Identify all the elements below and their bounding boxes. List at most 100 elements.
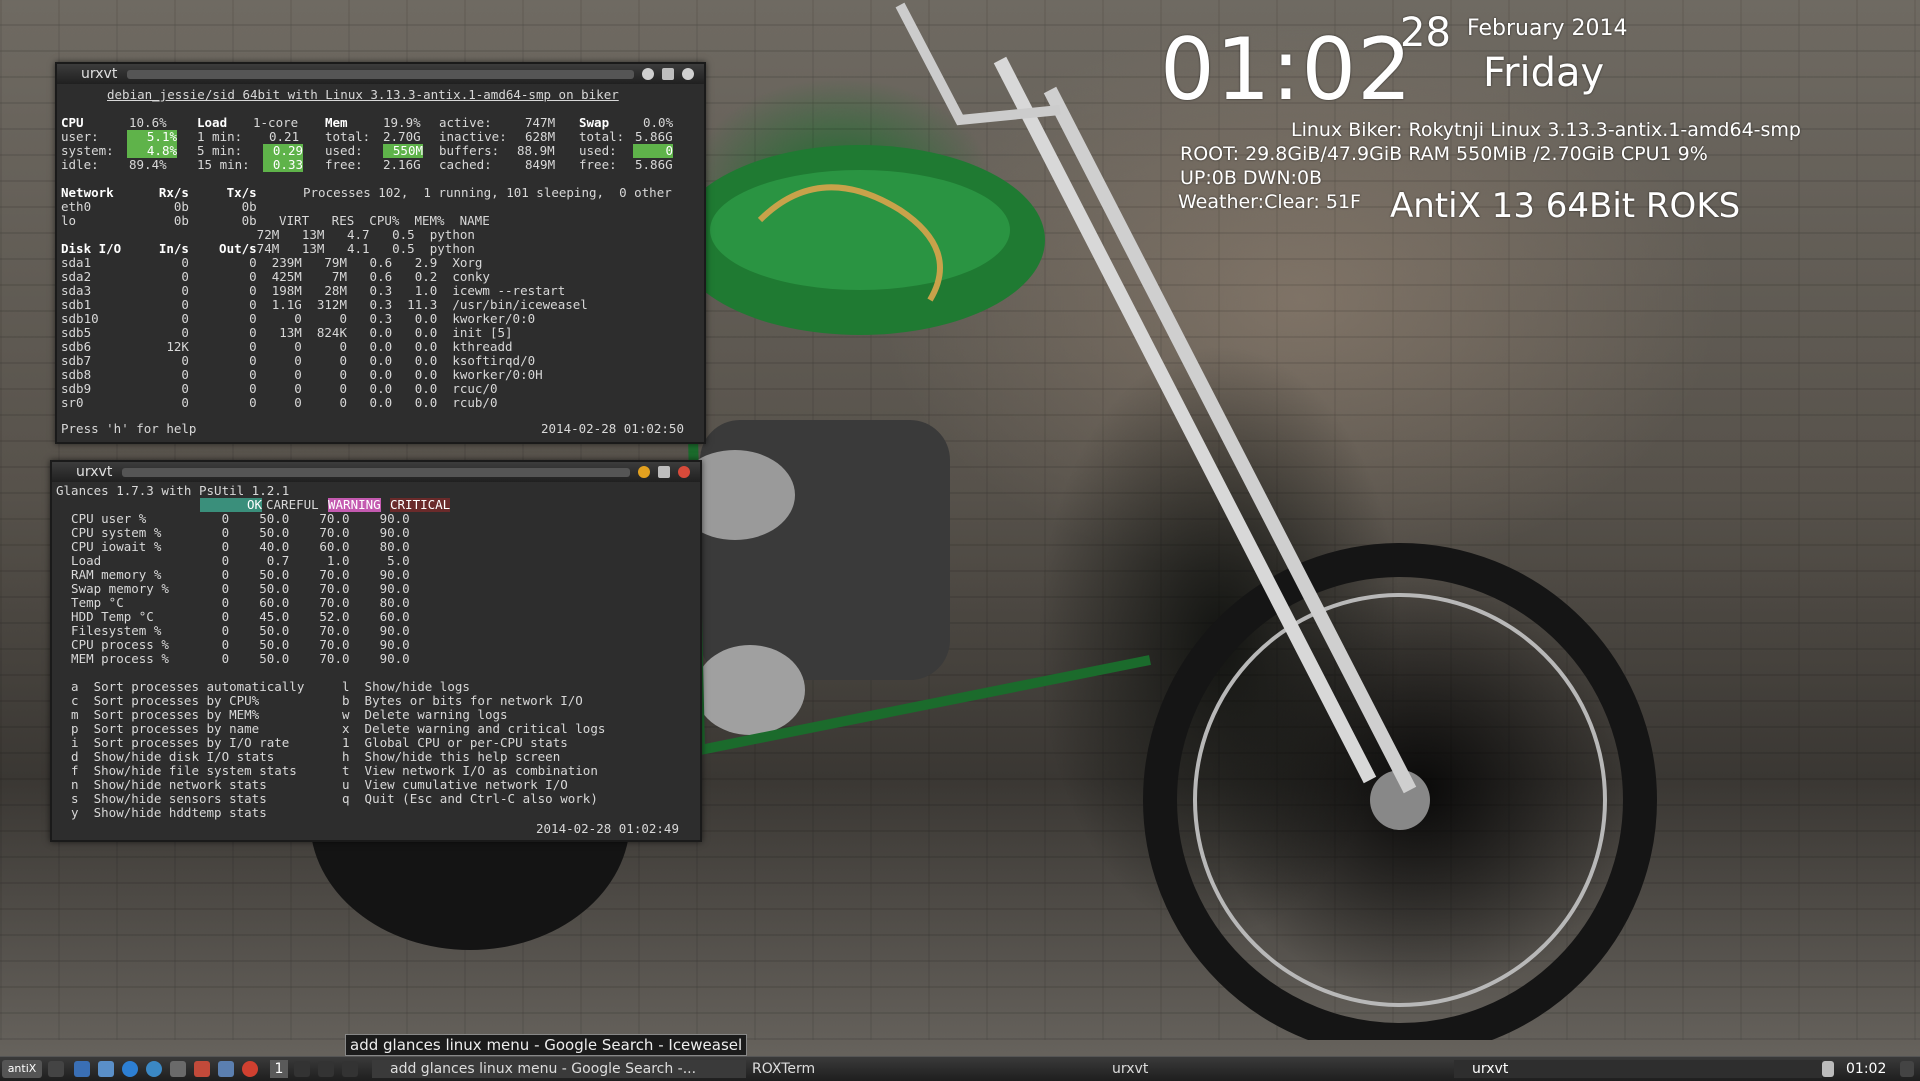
mem-total: 2.70G (383, 129, 421, 144)
table-row: sdb9 0 0 0 0 0.0 0.0 rcuc/0 (61, 381, 498, 396)
window-title: urxvt (76, 464, 113, 480)
tray-expand-icon[interactable] (1900, 1061, 1914, 1077)
table-row: sdb6 12K 0 0 0 0.0 0.0 kthreadd (61, 339, 513, 354)
close-button[interactable] (678, 466, 690, 478)
limit-row: CPU process % 0 50.0 70.0 90.0 (56, 637, 410, 652)
utility-icon[interactable] (170, 1061, 186, 1077)
workspace-2-button[interactable] (294, 1061, 310, 1077)
swap-label: Swap (579, 115, 610, 130)
load-15min-value: 0.33 (263, 158, 303, 172)
load-1min-value: 0.21 (269, 129, 300, 144)
terminal-window-glances-help[interactable]: urxvt Glances 1.7.3 with PsUtil 1.2.1 OK… (50, 460, 702, 842)
window-titlebar[interactable]: urxvt (57, 64, 704, 84)
workspace-1-button[interactable]: 1 (270, 1060, 288, 1078)
level-ok: OK (200, 498, 262, 512)
conky-clock: 01:02 (1160, 20, 1413, 120)
conky-month-year: February 2014 (1467, 16, 1628, 41)
maximize-button[interactable] (662, 68, 674, 80)
cpu-idle-value: 89.4% (129, 157, 167, 172)
keybinding-row: s Show/hide sensors stats q Quit (Esc an… (56, 791, 598, 806)
limit-row: HDD Temp °C 0 45.0 52.0 60.0 (56, 609, 410, 624)
network-row: eth0 0b 0b (61, 199, 257, 214)
terminal-window-glances[interactable]: urxvt debian_jessie/sid 64bit with Linux… (55, 62, 706, 444)
volume-icon[interactable] (1822, 1061, 1834, 1077)
table-row: sdb10 0 0 0 0 0.3 0.0 kworker/0:0 (61, 311, 536, 326)
swap-pct: 0.0% (643, 115, 674, 130)
processes-summary: Processes 102, 1 running, 101 sleeping, … (303, 185, 672, 200)
table-row: sdb7 0 0 0 0 0.0 0.0 ksoftirqd/0 (61, 353, 536, 368)
cpu-idle-label: idle: (61, 157, 99, 172)
conky-weekday: Friday (1483, 50, 1605, 96)
load-5min-label: 5 min: (197, 143, 243, 158)
browser-icon[interactable] (122, 1061, 138, 1077)
table-row: sda3 0 0 198M 28M 0.3 1.0 icewm --restar… (61, 283, 566, 298)
table-row: sdb8 0 0 0 0 0.0 0.0 kworker/0:0H (61, 367, 543, 382)
taskbar-task-roxterm[interactable]: ROXTerm (734, 1060, 1102, 1078)
level-warning: WARNING (328, 497, 381, 512)
workspace-4-button[interactable] (342, 1061, 358, 1077)
process-header: VIRT RES CPU% MEM% NAME (279, 213, 490, 228)
network-row: lo 0b 0b (61, 213, 257, 228)
mem-free: 2.16G (383, 157, 421, 172)
swap-free-label: free: (579, 157, 617, 172)
keybinding-row: y Show/hide hddtemp stats (56, 805, 267, 820)
maximize-button[interactable] (658, 466, 670, 478)
taskbar-clock[interactable]: 01:02 (1846, 1060, 1886, 1078)
minimize-button[interactable] (642, 68, 654, 80)
keybinding-row: i Sort processes by I/O rate 1 Global CP… (56, 735, 568, 750)
timestamp: 2014-02-28 01:02:50 (541, 421, 684, 436)
close-button[interactable] (682, 68, 694, 80)
terminal-launcher-icon[interactable] (98, 1061, 114, 1077)
titlebar-bar (127, 70, 634, 79)
network-header: Network Rx/s Tx/s (61, 185, 257, 200)
keybinding-row: d Show/hide disk I/O stats h Show/hide t… (56, 749, 561, 764)
cpu-total: 10.6% (129, 115, 167, 130)
mem-cached-label: cached: (439, 157, 492, 172)
limit-row: Temp °C 0 60.0 70.0 80.0 (56, 595, 410, 610)
cpu-user-value: 5.1% (127, 130, 177, 144)
limit-row: Load 0 0.7 1.0 5.0 (56, 553, 410, 568)
limit-row: CPU system % 0 50.0 70.0 90.0 (56, 525, 410, 540)
swap-total: 5.86G (635, 129, 673, 144)
start-menu-button[interactable]: antiX (2, 1060, 42, 1078)
media-player-icon[interactable] (242, 1061, 258, 1077)
window-titlebar[interactable]: urxvt (52, 462, 700, 482)
workspace-3-button[interactable] (318, 1061, 334, 1077)
taskbar-task-iceweasel[interactable]: add glances linux menu - Google Search -… (372, 1060, 746, 1078)
mem-total-label: total: (325, 129, 371, 144)
show-desktop-icon[interactable] (48, 1061, 64, 1077)
keybinding-row: n Show/hide network stats u View cumulat… (56, 777, 568, 792)
mem-cached: 849M (525, 157, 556, 172)
level-careful: CAREFUL (266, 497, 319, 512)
taskbar-task-urxvt-1[interactable]: urxvt (1094, 1060, 1462, 1078)
help-hint: Press 'h' for help (61, 421, 197, 436)
file-manager-icon[interactable] (74, 1061, 90, 1077)
mem-inactive: 628M (525, 129, 556, 144)
tools-icon[interactable] (194, 1061, 210, 1077)
web-browser-icon[interactable] (146, 1061, 162, 1077)
mail-icon[interactable] (218, 1061, 234, 1077)
mem-free-label: free: (325, 157, 363, 172)
limit-row: MEM process % 0 50.0 70.0 90.0 (56, 651, 410, 666)
table-row: sdb1 0 0 1.1G 312M 0.3 11.3 /usr/bin/ice… (61, 297, 588, 312)
limit-row: Filesystem % 0 50.0 70.0 90.0 (56, 623, 410, 638)
minimize-button[interactable] (638, 466, 650, 478)
table-row: sr0 0 0 0 0 0.0 0.0 rcub/0 (61, 395, 498, 410)
limit-row: Swap memory % 0 50.0 70.0 90.0 (56, 581, 410, 596)
keybinding-row: m Sort processes by MEM% w Delete warnin… (56, 707, 508, 722)
table-row: 74M 13M 4.1 0.5 python (61, 241, 475, 256)
titlebar-bar (122, 468, 630, 477)
taskbar-tooltip: add glances linux menu - Google Search -… (345, 1034, 748, 1056)
mem-buffers: 88.9M (517, 143, 555, 158)
cpu-system-value: 4.8% (127, 144, 177, 158)
conky-host-line: Linux Biker: Rokytnji Linux 3.13.3-antix… (1291, 119, 1801, 141)
swap-total-label: total: (579, 129, 625, 144)
conky-network: UP:0B DWN:0B (1180, 167, 1323, 189)
window-title: urxvt (81, 66, 118, 82)
load-label: Load (197, 115, 228, 130)
mem-active: 747M (525, 115, 556, 130)
limit-row: CPU user % 0 50.0 70.0 90.0 (56, 511, 410, 526)
taskbar-task-urxvt-2[interactable]: urxvt (1454, 1060, 1822, 1078)
limit-row: RAM memory % 0 50.0 70.0 90.0 (56, 567, 410, 582)
mem-buffers-label: buffers: (439, 143, 500, 158)
